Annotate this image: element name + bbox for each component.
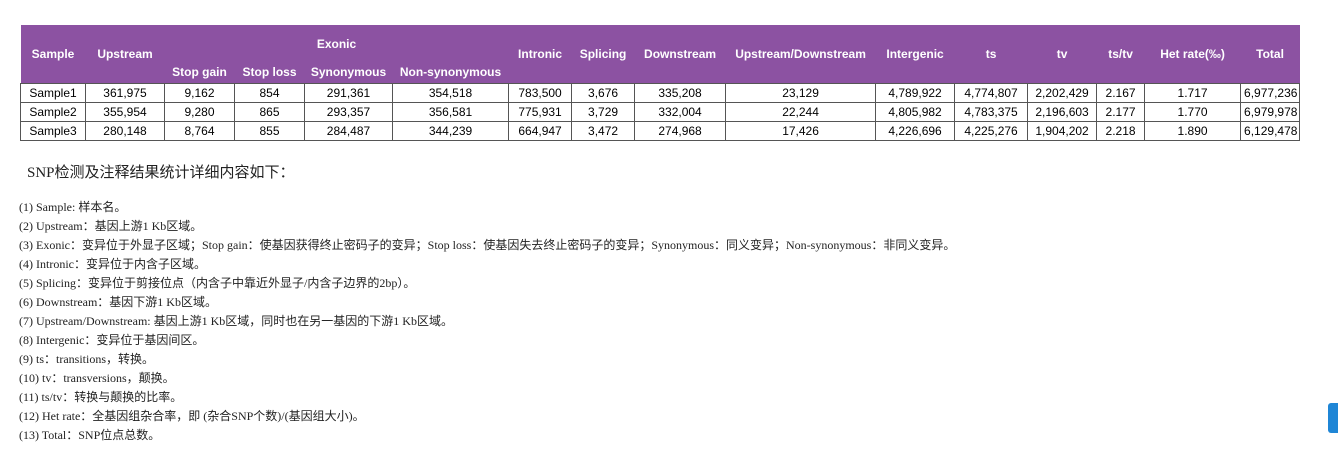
header-upstream-downstream: Upstream/Downstream — [725, 25, 876, 84]
note-item: (8) Intergenic：变异位于基因间区。 — [19, 333, 205, 347]
table-cell: 2.218 — [1096, 121, 1146, 141]
table-row: Sample3 280,148 8,764 855 284,487 344,23… — [20, 121, 1301, 141]
header-ts: ts — [954, 25, 1028, 84]
header-ts-tv: ts/tv — [1096, 25, 1145, 84]
header-downstream: Downstream — [634, 25, 726, 84]
table-cell: 4,789,922 — [875, 83, 956, 103]
table-cell: 6,977,236 — [1240, 83, 1301, 103]
table-cell: Sample1 — [20, 83, 86, 103]
note-item: (7) Upstream/Downstream: 基因上游1 Kb区域，同时也在… — [19, 314, 453, 328]
table-cell: 344,239 — [391, 121, 510, 141]
note-item: (2) Upstream：基因上游1 Kb区域。 — [19, 219, 203, 233]
table-cell: 6,129,478 — [1240, 121, 1301, 141]
table-cell: 274,968 — [634, 121, 727, 141]
table-cell: 1.770 — [1144, 102, 1242, 122]
table-cell: 8,764 — [164, 121, 235, 141]
header-intronic: Intronic — [508, 25, 572, 84]
table-cell: 1.717 — [1144, 83, 1242, 103]
header-sample: Sample — [20, 25, 86, 84]
table-cell: 355,954 — [85, 102, 165, 122]
table-cell: 4,805,982 — [875, 102, 956, 122]
note-item: (3) Exonic：变异位于外显子区域；Stop gain：使基因获得终止密码… — [19, 238, 956, 252]
table-cell: 3,729 — [571, 102, 636, 122]
table-cell: 4,774,807 — [954, 83, 1029, 103]
table-cell: 22,244 — [725, 102, 877, 122]
table-row: Sample2 355,954 9,280 865 293,357 356,58… — [20, 102, 1301, 122]
header-synonymous: Synonymous — [304, 54, 393, 84]
table-cell: 2.177 — [1096, 102, 1146, 122]
header-exonic: Exonic — [164, 25, 509, 54]
header-stop-gain: Stop gain — [164, 54, 235, 84]
header-tv: tv — [1027, 25, 1097, 84]
header-het-rate: Het rate(‰) — [1144, 25, 1241, 84]
header-intergenic: Intergenic — [875, 25, 955, 84]
header-upstream: Upstream — [85, 25, 165, 84]
table-cell: 4,783,375 — [954, 102, 1029, 122]
table-cell: 1,904,202 — [1027, 121, 1098, 141]
note-item: (6) Downstream：基因下游1 Kb区域。 — [19, 295, 217, 309]
table-cell: 361,975 — [85, 83, 165, 103]
table-cell: 2.167 — [1096, 83, 1146, 103]
note-item: (1) Sample: 样本名。 — [19, 200, 127, 214]
note-item: (13) Total：SNP位点总数。 — [19, 428, 161, 442]
note-item: (5) Splicing：变异位于剪接位点（内含子中靠近外显子/内含子边界的2b… — [19, 276, 416, 290]
table-body: Sample1 361,975 9,162 854 291,361 354,51… — [20, 83, 1301, 141]
note-item: (10) tv：transversions，颠换。 — [19, 371, 175, 385]
table-cell: 291,361 — [304, 83, 393, 103]
table-cell: 354,518 — [391, 83, 510, 103]
table-cell: 284,487 — [304, 121, 393, 141]
table-cell: 23,129 — [725, 83, 877, 103]
table-cell: 664,947 — [508, 121, 573, 141]
table-cell: 3,472 — [571, 121, 636, 141]
table-cell: 2,196,603 — [1027, 102, 1098, 122]
table-cell: 6,979,978 — [1240, 102, 1301, 122]
table-cell: 4,226,696 — [875, 121, 956, 141]
table-cell: 2,202,429 — [1027, 83, 1098, 103]
notes-list: (1) Sample: 样本名。 (2) Upstream：基因上游1 Kb区域… — [19, 198, 955, 445]
note-item: (4) Intronic：变异位于内含子区域。 — [19, 257, 206, 271]
table-cell: 335,208 — [634, 83, 727, 103]
snp-stats-table: Sample Upstream Exonic Intronic Splicing… — [20, 25, 1301, 141]
table-cell: 783,500 — [508, 83, 573, 103]
side-tab-button[interactable] — [1328, 403, 1338, 433]
table-cell: Sample3 — [20, 121, 86, 141]
table-cell: 775,931 — [508, 102, 573, 122]
table-header: Sample Upstream Exonic Intronic Splicing… — [20, 25, 1300, 84]
table-cell: 332,004 — [634, 102, 727, 122]
table-row: Sample1 361,975 9,162 854 291,361 354,51… — [20, 83, 1301, 103]
header-total: Total — [1240, 25, 1300, 84]
header-stop-loss: Stop loss — [234, 54, 305, 84]
note-item: (12) Het rate：全基因组杂合率，即 (杂合SNP个数)/(基因组大小… — [19, 409, 365, 423]
header-splicing: Splicing — [571, 25, 635, 84]
notes-title: SNP检测及注释结果统计详细内容如下： — [27, 165, 295, 181]
table-cell: 293,357 — [304, 102, 393, 122]
table-cell: 280,148 — [85, 121, 165, 141]
table-cell: 9,280 — [164, 102, 235, 122]
table-cell: 356,581 — [391, 102, 510, 122]
table-cell: 3,676 — [571, 83, 636, 103]
table-cell: 17,426 — [725, 121, 877, 141]
snp-stats-table-container: Sample Upstream Exonic Intronic Splicing… — [20, 25, 1301, 141]
table-cell: 865 — [234, 102, 305, 122]
table-cell: 1.890 — [1144, 121, 1242, 141]
table-cell: Sample2 — [20, 102, 86, 122]
note-item: (9) ts：transitions，转换。 — [19, 352, 154, 366]
header-non-synonymous: Non-synonymous — [392, 54, 509, 84]
table-cell: 854 — [234, 83, 305, 103]
note-item: (11) ts/tv：转换与颠换的比率。 — [19, 390, 183, 404]
table-cell: 9,162 — [164, 83, 235, 103]
table-cell: 855 — [234, 121, 305, 141]
table-cell: 4,225,276 — [954, 121, 1029, 141]
